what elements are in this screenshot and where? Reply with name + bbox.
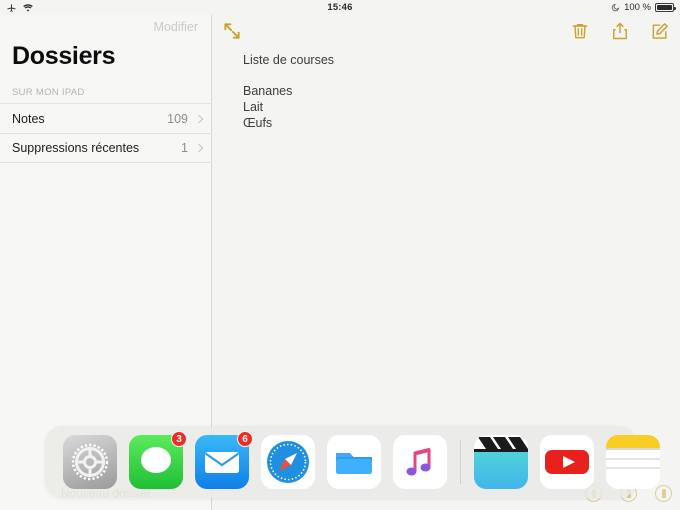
status-bar-right: 100 %	[611, 2, 676, 13]
settings-icon	[63, 435, 117, 489]
dock-separator	[460, 440, 461, 484]
folder-label: Notes	[12, 111, 45, 126]
chevron-right-icon	[194, 114, 204, 123]
badge-messages: 3	[171, 431, 187, 447]
note-line: Œufs	[243, 116, 273, 130]
dock-app-notes[interactable]	[606, 435, 660, 489]
dock-app-music[interactable]	[393, 435, 447, 489]
note-toolbar	[213, 15, 680, 47]
folder-count: 109	[167, 111, 188, 126]
ipad-screen: 15:46 100 % Modifier Dossiers SUR MON IP…	[0, 0, 680, 510]
badge-mail: 6	[237, 431, 253, 447]
chevron-right-icon	[194, 143, 204, 153]
dock-app-mail[interactable]: 6	[195, 431, 253, 489]
folder-list: Notes 109 Suppressions récentes 1	[0, 103, 212, 163]
sidebar-item-recently-deleted[interactable]: Suppressions récentes 1	[0, 133, 212, 163]
battery-full-icon	[655, 3, 676, 12]
note-line: Bananes	[243, 84, 293, 98]
note-content[interactable]: Liste de courses Bananes Lait Œufs	[243, 53, 653, 131]
note-title: Liste de courses	[243, 53, 335, 67]
trash-icon[interactable]	[570, 21, 590, 41]
moon-icon	[611, 3, 620, 12]
section-header-on-my-ipad: SUR MON IPAD	[12, 87, 85, 98]
dock-app-settings[interactable]	[63, 435, 117, 489]
dock-app-safari[interactable]	[261, 435, 315, 489]
status-bar-clock: 15:46	[327, 2, 353, 13]
compose-icon[interactable]	[650, 21, 670, 41]
dock-app-messages[interactable]: 3	[129, 431, 187, 489]
folder-label: Suppressions récentes	[12, 141, 140, 155]
youtube-icon	[540, 435, 594, 489]
imovie-icon	[474, 435, 528, 489]
files-icon	[327, 435, 381, 489]
note-line: Lait	[243, 100, 264, 114]
page-title: Dossiers	[12, 42, 116, 70]
dock-app-files[interactable]	[327, 435, 381, 489]
safari-icon	[261, 435, 315, 489]
folder-count: 1	[181, 141, 188, 155]
share-icon[interactable]	[610, 21, 630, 41]
dock: 3 6	[45, 426, 660, 498]
expand-arrows-icon[interactable]	[222, 21, 242, 41]
battery-percent-label: 100 %	[624, 2, 651, 13]
music-icon	[393, 435, 447, 489]
edit-button[interactable]: Modifier	[154, 20, 198, 34]
dock-app-imovie[interactable]	[474, 435, 528, 489]
sidebar-item-notes[interactable]: Notes 109	[0, 103, 212, 133]
status-bar: 15:46 100 %	[0, 0, 680, 15]
markup-pencil-icon[interactable]	[655, 485, 672, 502]
dock-app-youtube[interactable]	[540, 435, 594, 489]
note-lines: Bananes Lait Œufs	[243, 83, 653, 131]
notes-icon	[606, 435, 660, 489]
